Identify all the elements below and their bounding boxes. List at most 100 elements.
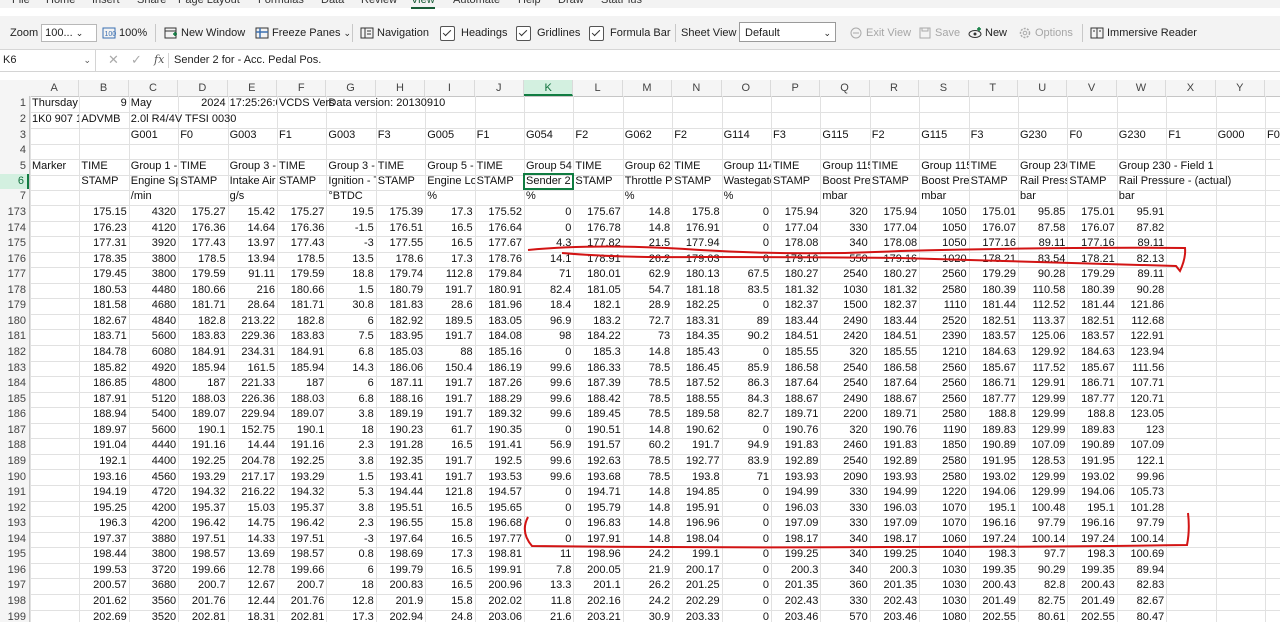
cell[interactable]: 60.2 xyxy=(623,438,672,453)
cell[interactable]: 150.4 xyxy=(425,361,474,376)
row-header[interactable]: 181 xyxy=(0,329,29,344)
cell[interactable]: 14.8 xyxy=(623,501,672,516)
column-header-G[interactable]: G xyxy=(326,80,376,96)
cell[interactable]: 1.5 xyxy=(326,283,375,298)
insert-function-icon[interactable]: fx xyxy=(154,53,164,66)
cell[interactable]: 184.91 xyxy=(277,345,326,360)
cell[interactable]: 197.91 xyxy=(573,532,622,547)
cell[interactable]: 193.02 xyxy=(969,470,1018,485)
cell[interactable]: 183.44 xyxy=(870,314,919,329)
cell[interactable]: 199.91 xyxy=(475,563,524,578)
row-header[interactable]: 187 xyxy=(0,423,29,438)
cell[interactable]: 193.93 xyxy=(870,470,919,485)
cell[interactable]: 4720 xyxy=(129,485,178,500)
cell[interactable]: Throttle Position xyxy=(623,174,672,189)
cell[interactable]: 190.62 xyxy=(672,423,721,438)
cell[interactable]: 194.85 xyxy=(672,485,721,500)
formula-input[interactable]: Sender 2 for - Acc. Pedal Pos. xyxy=(174,50,321,71)
cell[interactable]: 3920 xyxy=(129,236,178,251)
row-header[interactable]: 179 xyxy=(0,298,29,313)
cell[interactable]: 82.4 xyxy=(524,283,573,298)
cell[interactable]: 4840 xyxy=(129,314,178,329)
cell[interactable]: 21.5 xyxy=(623,236,672,251)
cell[interactable]: 320 xyxy=(820,345,869,360)
cell[interactable]: 2580 xyxy=(919,470,968,485)
cell[interactable]: 175.94 xyxy=(771,205,820,220)
cell[interactable]: 190.23 xyxy=(376,423,425,438)
cell[interactable]: 229.94 xyxy=(228,407,277,422)
cell[interactable]: 194.71 xyxy=(573,485,622,500)
cell[interactable]: 178.08 xyxy=(870,236,919,251)
cell[interactable]: 196.96 xyxy=(672,516,721,531)
cell[interactable]: 179.59 xyxy=(277,267,326,282)
cell[interactable]: 17.3 xyxy=(425,205,474,220)
cell[interactable]: 175.27 xyxy=(277,205,326,220)
cell[interactable]: 195.65 xyxy=(475,501,524,516)
cell[interactable]: 183.57 xyxy=(969,329,1018,344)
cell[interactable]: 107.09 xyxy=(1117,438,1166,453)
cell[interactable]: 0 xyxy=(524,423,573,438)
cell[interactable]: 4200 xyxy=(129,501,178,516)
cell[interactable]: 203.46 xyxy=(870,610,919,622)
cell[interactable]: 82.7 xyxy=(722,407,771,422)
cell[interactable]: 176.64 xyxy=(475,221,524,236)
cell[interactable]: 184.22 xyxy=(573,329,622,344)
cell[interactable]: 18.31 xyxy=(228,610,277,622)
cell[interactable]: 5600 xyxy=(129,423,178,438)
cell[interactable]: 197.51 xyxy=(178,532,227,547)
cell[interactable]: 110.58 xyxy=(1018,283,1067,298)
cell[interactable]: 330 xyxy=(820,594,869,609)
column-header-A[interactable]: A xyxy=(30,80,80,96)
cell[interactable]: 2090 xyxy=(820,470,869,485)
cell[interactable]: 340 xyxy=(820,236,869,251)
cell[interactable]: 0 xyxy=(722,594,771,609)
name-box[interactable]: K6 ⌄ xyxy=(0,50,96,71)
cell[interactable]: 200.43 xyxy=(1067,578,1116,593)
cell[interactable]: 1070 xyxy=(919,501,968,516)
row-header[interactable]: 199 xyxy=(0,610,29,625)
cell[interactable]: 185.94 xyxy=(178,361,227,376)
cell[interactable]: 178.5 xyxy=(178,252,227,267)
cell[interactable]: 0 xyxy=(722,252,771,267)
cell[interactable]: 176.23 xyxy=(79,221,128,236)
cell[interactable]: 2560 xyxy=(919,361,968,376)
headings-checkbox[interactable]: Headings xyxy=(440,23,507,43)
cell[interactable]: 191.7 xyxy=(425,329,474,344)
cell[interactable]: 0 xyxy=(722,501,771,516)
cell[interactable]: 1030 xyxy=(820,283,869,298)
cell[interactable]: 234.31 xyxy=(228,345,277,360)
cell[interactable]: 182.67 xyxy=(79,314,128,329)
cell[interactable]: 1210 xyxy=(919,345,968,360)
cell[interactable]: 190.1 xyxy=(277,423,326,438)
cell[interactable]: 16.5 xyxy=(425,578,474,593)
cell[interactable]: 125.06 xyxy=(1018,329,1067,344)
cell[interactable]: 192.35 xyxy=(376,454,425,469)
cell[interactable]: 121.8 xyxy=(425,485,474,500)
cell[interactable]: 18 xyxy=(326,423,375,438)
cell[interactable]: 201.76 xyxy=(277,594,326,609)
cell[interactable]: 178.6 xyxy=(376,252,425,267)
cell[interactable]: 191.95 xyxy=(969,454,1018,469)
cell[interactable]: 186.58 xyxy=(870,361,919,376)
cell[interactable]: 188.67 xyxy=(870,392,919,407)
cell[interactable]: 201.62 xyxy=(79,594,128,609)
cell[interactable]: 4480 xyxy=(129,283,178,298)
cell[interactable]: 196.16 xyxy=(969,516,1018,531)
cell[interactable]: 13.5 xyxy=(326,252,375,267)
cell[interactable]: 185.94 xyxy=(277,361,326,376)
cell[interactable]: 197.24 xyxy=(969,532,1018,547)
cell[interactable]: 196.3 xyxy=(79,516,128,531)
cell[interactable]: 2540 xyxy=(820,376,869,391)
row-header[interactable]: 193 xyxy=(0,516,29,531)
cell[interactable]: 195.37 xyxy=(178,501,227,516)
row-header[interactable]: 5 xyxy=(0,159,29,174)
cell[interactable]: 199.79 xyxy=(376,563,425,578)
row-header[interactable]: 184 xyxy=(0,376,29,391)
cell[interactable]: Rail Pressure - (actual) xyxy=(1117,174,1280,189)
cell[interactable]: Ignition - Timing xyxy=(326,174,375,189)
cell[interactable]: 3.8 xyxy=(326,501,375,516)
cell[interactable]: 185.55 xyxy=(870,345,919,360)
cell[interactable]: 56.9 xyxy=(524,438,573,453)
cell[interactable]: 89.94 xyxy=(1117,563,1166,578)
cell[interactable]: 199.53 xyxy=(79,563,128,578)
